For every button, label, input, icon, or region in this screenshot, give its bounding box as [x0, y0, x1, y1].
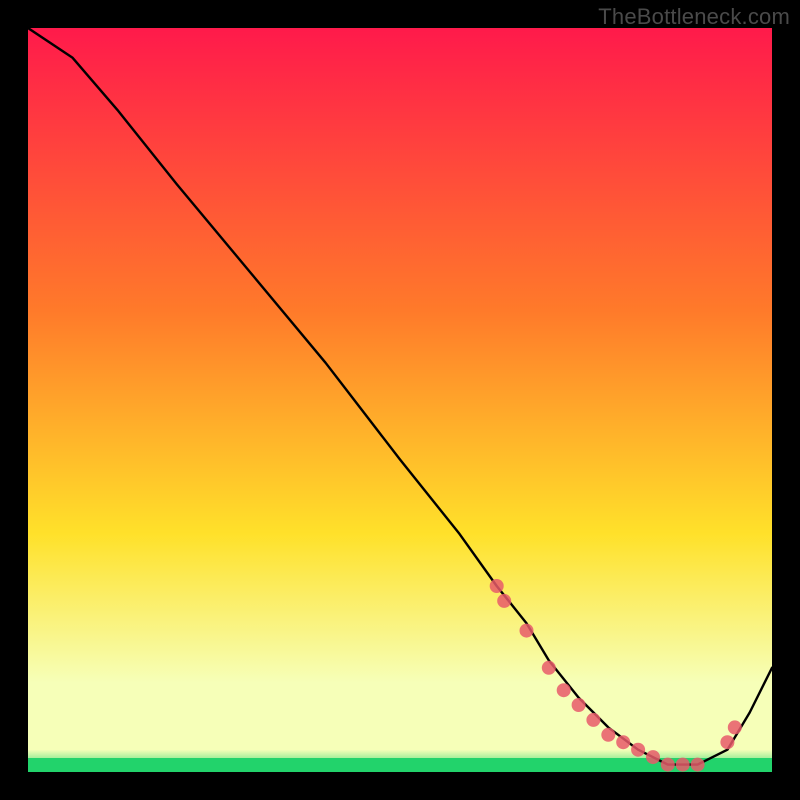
highlight-dot	[557, 683, 571, 697]
highlight-dot	[691, 758, 705, 772]
highlight-dot	[616, 735, 630, 749]
highlight-dot	[520, 624, 534, 638]
highlight-dot	[542, 661, 556, 675]
chart-svg	[28, 28, 772, 772]
highlight-dot	[720, 735, 734, 749]
highlight-dot	[676, 758, 690, 772]
highlight-dot	[601, 728, 615, 742]
plot-area	[28, 28, 772, 772]
highlight-dot	[631, 743, 645, 757]
highlight-dot	[586, 713, 600, 727]
highlight-dot	[646, 750, 660, 764]
chart-frame: TheBottleneck.com	[0, 0, 800, 800]
highlight-dot	[497, 594, 511, 608]
highlight-dot	[490, 579, 504, 593]
watermark-text: TheBottleneck.com	[598, 4, 790, 30]
highlight-dot	[572, 698, 586, 712]
highlight-dot	[661, 758, 675, 772]
highlight-dot	[728, 720, 742, 734]
